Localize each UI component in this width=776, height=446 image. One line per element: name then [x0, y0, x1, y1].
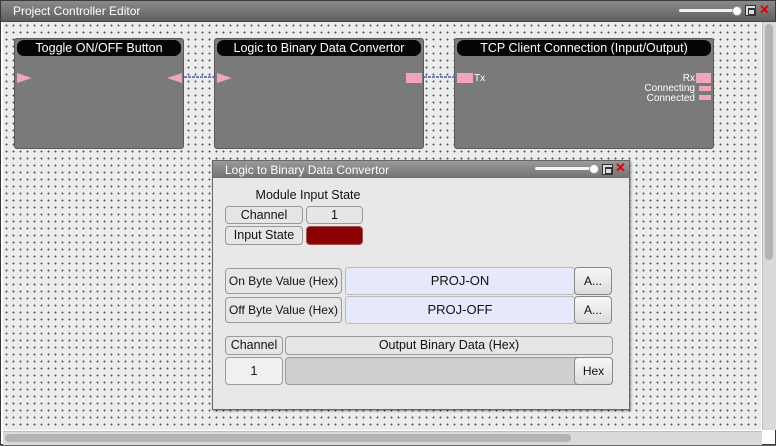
off-byte-field[interactable]: PROJ-OFF: [345, 296, 575, 324]
vertical-scroll-thumb[interactable]: [765, 24, 773, 260]
output-data-field[interactable]: [285, 357, 613, 385]
horizontal-scroll-thumb[interactable]: [5, 434, 571, 442]
dialog-titlebar[interactable]: Logic to Binary Data Convertor ✕: [213, 161, 629, 178]
output-channel-label: Channel: [225, 336, 283, 355]
on-byte-field[interactable]: PROJ-ON: [345, 267, 575, 295]
output-channel-value[interactable]: 1: [225, 357, 283, 385]
module-input-state-title: Module Input State: [255, 188, 361, 202]
maximize-icon[interactable]: [602, 164, 613, 175]
vertical-scrollbar[interactable]: [762, 22, 776, 430]
hex-button[interactable]: Hex: [574, 357, 613, 385]
logic-to-binary-dialog: Logic to Binary Data Convertor ✕ Module …: [212, 160, 630, 410]
dialog-title: Logic to Binary Data Convertor: [225, 163, 390, 177]
input-state-indicator: [306, 226, 363, 245]
channel-value[interactable]: 1: [306, 206, 363, 224]
input-state-label: Input State: [225, 226, 303, 245]
dialog-opacity-slider[interactable]: [535, 167, 597, 170]
on-byte-label: On Byte Value (Hex): [225, 268, 342, 294]
channel-label: Channel: [225, 206, 303, 224]
off-byte-ascii-button[interactable]: A...: [574, 296, 612, 324]
output-data-header: Output Binary Data (Hex): [285, 336, 613, 355]
dialog-slider-knob[interactable]: [589, 164, 599, 174]
on-byte-ascii-button[interactable]: A...: [574, 267, 612, 295]
close-icon[interactable]: ✕: [615, 161, 626, 174]
editor-window: Project Controller Editor ✕ Toggle ON/OF…: [0, 0, 776, 445]
off-byte-label: Off Byte Value (Hex): [225, 297, 342, 323]
horizontal-scrollbar[interactable]: [3, 431, 762, 445]
